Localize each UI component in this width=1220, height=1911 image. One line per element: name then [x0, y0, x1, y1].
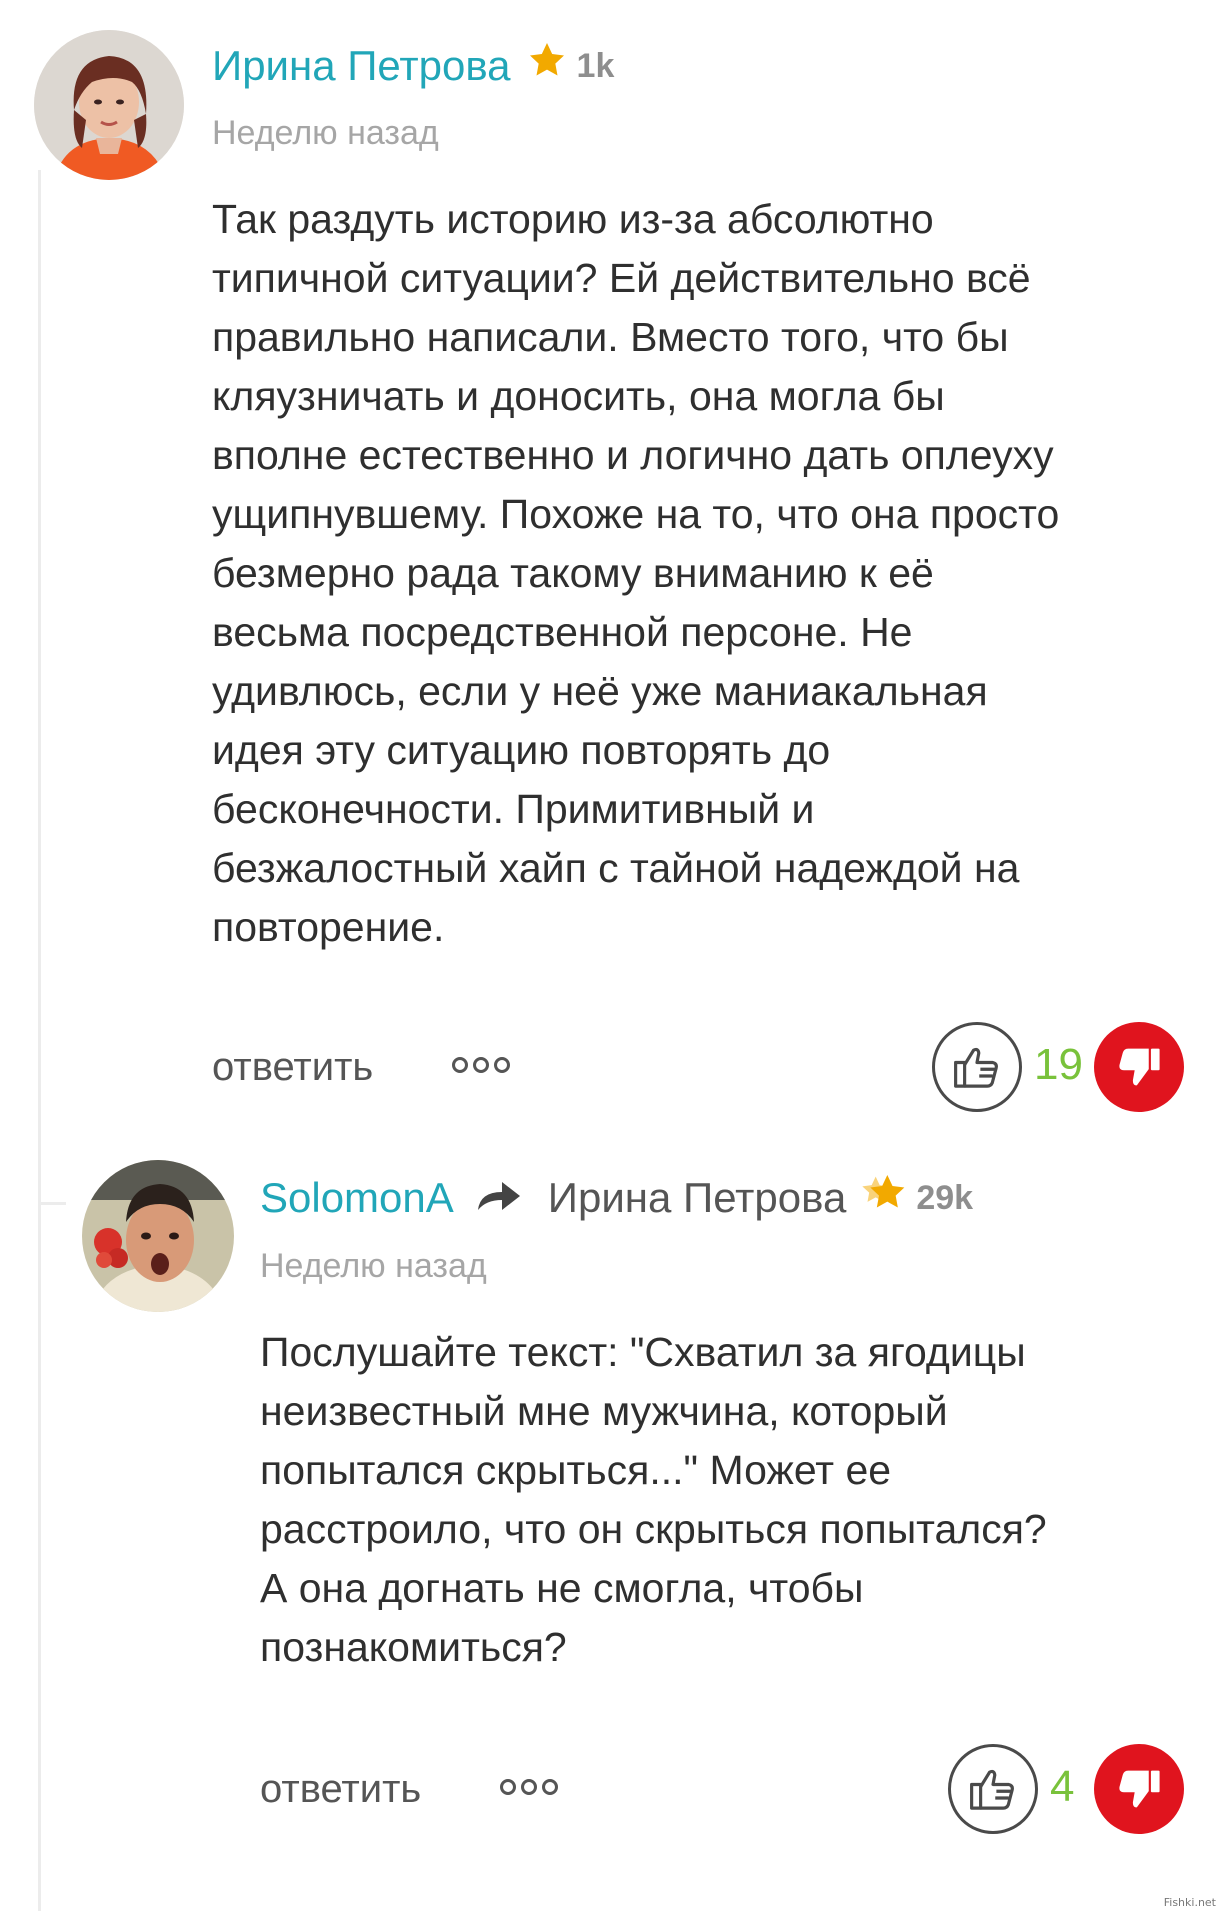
text-line: неизвестный мне мужчина, который: [260, 1388, 948, 1434]
author-name[interactable]: SolomonA: [260, 1173, 454, 1223]
text-line: вполне естественно и логично дать оплеух…: [212, 432, 1054, 478]
text-line: А она догнать не смогла, чтобы: [260, 1565, 864, 1611]
text-line: безмерно рада такому вниманию к её: [212, 550, 934, 596]
comment-text: Так раздуть историю из-за абсолютно типи…: [212, 190, 1059, 957]
karma-count: 29k: [916, 1178, 974, 1217]
more-options-icon[interactable]: [452, 1057, 510, 1073]
comment-text: Послушайте текст: "Схватил за ягодицы не…: [260, 1323, 1047, 1677]
reply-arrow-icon: [476, 1173, 522, 1223]
text-line: познакомиться?: [260, 1624, 567, 1670]
text-line: Так раздуть историю из-за абсолютно: [212, 196, 934, 242]
dislike-button[interactable]: [1094, 1744, 1184, 1834]
author-name[interactable]: Ирина Петрова: [212, 41, 511, 91]
reply-button[interactable]: ответить: [260, 1765, 421, 1813]
text-line: типичной ситуации? Ей действительно всё: [212, 255, 1031, 301]
text-line: удивлюсь, если у неё уже маниакальная: [212, 668, 988, 714]
thumbs-up-icon: [970, 1769, 1014, 1810]
comment-1: Ирина Петрова 1k Неделю назад Так раздут…: [0, 0, 1220, 1120]
reply-to-name[interactable]: Ирина Петрова: [548, 1173, 847, 1223]
timestamp: Неделю назад: [212, 114, 439, 152]
text-line: правильно написали. Вместо того, что бы: [212, 314, 1009, 360]
like-count: 19: [1034, 1040, 1083, 1089]
thumbs-up-icon: [954, 1047, 998, 1088]
text-line: безжалостный хайп с тайной надеждой на: [212, 845, 1020, 891]
text-line: весьма посредственной персоне. Не: [212, 609, 913, 655]
thumbs-down-icon: [1119, 1048, 1160, 1086]
text-line: бесконечности. Примитивный и: [212, 786, 815, 832]
avatar[interactable]: [82, 1160, 234, 1312]
author-line: SolomonA Ирина Петрова 29k: [260, 1172, 973, 1223]
timestamp: Неделю назад: [260, 1247, 487, 1285]
star-icon: [527, 40, 567, 91]
author-line: Ирина Петрова 1k: [212, 40, 614, 91]
like-count: 4: [1050, 1762, 1075, 1811]
thumbs-down-icon: [1119, 1770, 1160, 1808]
karma-count: 1k: [576, 46, 615, 85]
like-button[interactable]: [948, 1744, 1038, 1834]
comment-2: SolomonA Ирина Петрова 29k Неделю назад …: [0, 1120, 1220, 1911]
star-icon: [862, 1172, 906, 1223]
avatar[interactable]: [34, 30, 184, 180]
text-line: попытался скрыться..." Может ее: [260, 1447, 892, 1493]
text-line: повторение.: [212, 904, 445, 950]
watermark: Fishki.net: [1163, 1896, 1216, 1909]
text-line: расстроило, что он скрыться попытался?: [260, 1506, 1047, 1552]
more-options-icon[interactable]: [500, 1779, 558, 1795]
like-button[interactable]: [932, 1022, 1022, 1112]
reply-button[interactable]: ответить: [212, 1043, 373, 1091]
text-line: ущипнувшему. Похоже на то, что она прост…: [212, 491, 1060, 537]
text-line: кляузничать и доносить, она могла бы: [212, 373, 945, 419]
text-line: Послушайте текст: "Схватил за ягодицы: [260, 1329, 1026, 1375]
text-line: идея эту ситуацию повторять до: [212, 727, 831, 773]
dislike-button[interactable]: [1094, 1022, 1184, 1112]
